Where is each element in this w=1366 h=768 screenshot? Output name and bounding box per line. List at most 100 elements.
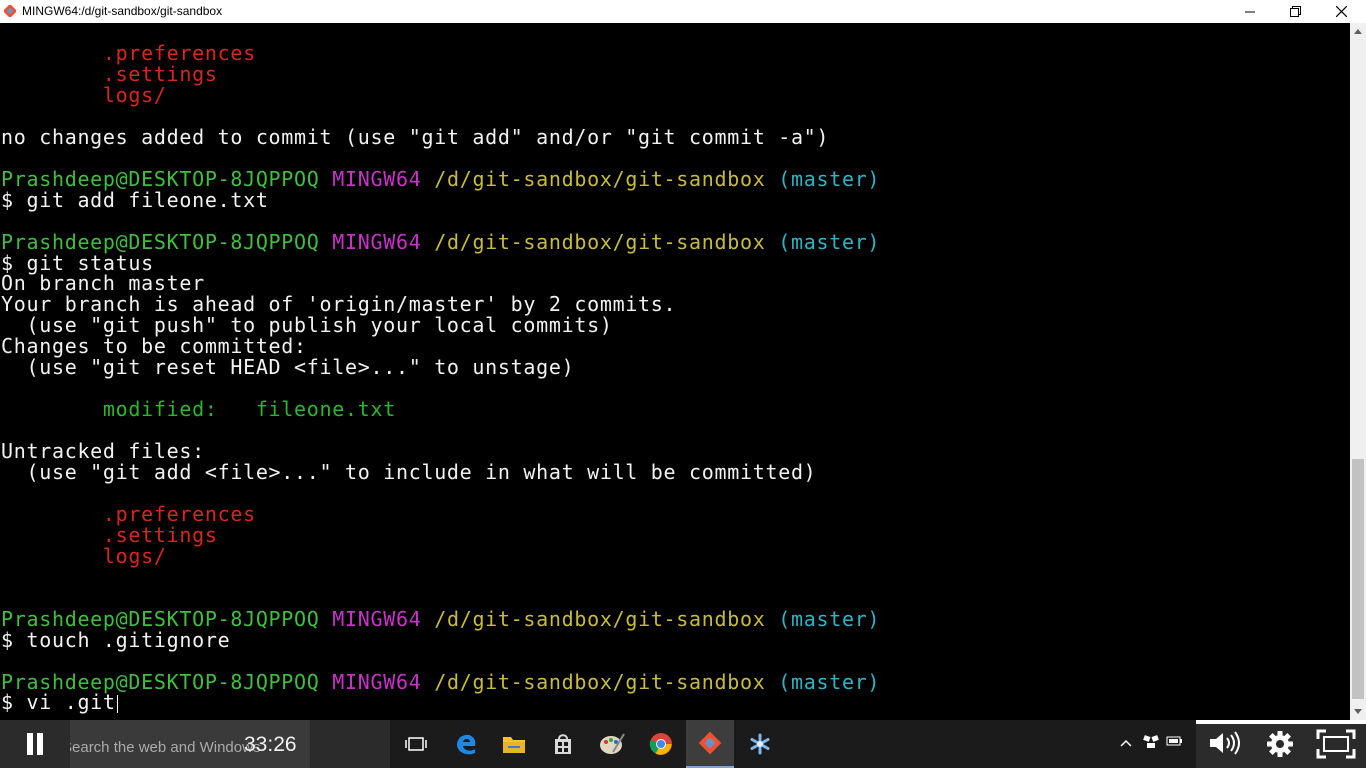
pause-icon (27, 733, 43, 755)
tray-power[interactable] (1166, 734, 1184, 751)
terminal-text: logs/ (1, 83, 167, 107)
terminal-line: modified: fileone.txt (1, 399, 396, 420)
terminal-text: (master) (778, 230, 881, 254)
terminal-text: /d/git-sandbox/git-sandbox (434, 167, 766, 191)
chevron-down-icon (1354, 709, 1362, 714)
terminal-text: modified: fileone.txt (1, 397, 396, 421)
terminal-text: $ git add fileone.txt (1, 188, 269, 212)
window-title-bar[interactable]: MINGW64:/d/git-sandbox/git-sandbox (0, 0, 1366, 23)
scrollbar-thumb[interactable] (1352, 459, 1364, 699)
dropbox-icon (1143, 735, 1159, 748)
terminal-line: .preferences (1, 43, 256, 64)
scroll-down-button[interactable] (1350, 703, 1366, 720)
terminal-line: Your branch is ahead of 'origin/master' … (1, 294, 676, 315)
terminal-line: logs/ (1, 546, 167, 567)
terminal-line: Prashdeep@DESKTOP-8JQPPOQ MINGW64 /d/git… (1, 609, 880, 630)
close-button[interactable] (1318, 0, 1364, 23)
terminal-text: logs/ (1, 544, 167, 568)
battery-plug-icon (1166, 736, 1182, 746)
terminal-text: (use "git reset HEAD <file>..." to unsta… (1, 355, 575, 379)
snowflake-app-icon (750, 733, 770, 755)
scroll-up-button[interactable] (1350, 23, 1366, 40)
gear-icon (1267, 731, 1293, 757)
fullscreen-button[interactable] (1316, 729, 1356, 762)
chrome-taskbar-button[interactable] (637, 720, 685, 768)
paint-icon (600, 733, 625, 754)
close-icon (1335, 6, 1347, 17)
terminal-text: (master) (778, 607, 881, 631)
chevron-up-icon (1354, 29, 1362, 34)
terminal-text: MINGW64 (332, 167, 422, 191)
recording-timer: 33:26 (244, 733, 297, 756)
terminal-line: On branch master (1, 273, 205, 294)
edge-icon (457, 734, 476, 755)
terminal-line: (use "git reset HEAD <file>..." to unsta… (1, 357, 574, 378)
taskbar: Search the web and Windows 33:26 (0, 720, 1366, 768)
terminal-line: $ git add fileone.txt (1, 190, 269, 211)
terminal-line: (use "git push" to publish your local co… (1, 315, 613, 336)
git-bash-icon (698, 731, 722, 755)
terminal-line: $ vi .git (1, 692, 118, 713)
terminal-text: MINGW64 (332, 670, 422, 694)
terminal-line: .preferences (1, 504, 256, 525)
edge-taskbar-button[interactable] (442, 720, 490, 768)
settings-button[interactable] (1266, 730, 1294, 761)
tray-dropbox[interactable] (1143, 734, 1159, 753)
store-taskbar-button[interactable] (539, 720, 587, 768)
task-view-button[interactable] (392, 720, 440, 768)
restore-icon (1289, 6, 1301, 17)
terminal-text: (use "git add <file>..." to include in w… (1, 460, 817, 484)
terminal-line: no changes added to commit (use "git add… (1, 127, 829, 148)
terminal-text: $ vi .git (1, 690, 116, 714)
window-title: MINGW64:/d/git-sandbox/git-sandbox (22, 4, 223, 18)
file-explorer-icon (503, 737, 525, 753)
vertical-scrollbar[interactable] (1350, 23, 1366, 720)
terminal-text: MINGW64 (332, 607, 422, 631)
terminal-text: /d/git-sandbox/git-sandbox (434, 230, 766, 254)
minimize-button[interactable] (1227, 0, 1273, 23)
timer-background (310, 720, 390, 768)
terminal-line: Changes to be committed: (1, 336, 307, 357)
show-hidden-icons-button[interactable] (1120, 734, 1132, 750)
text-cursor (116, 694, 118, 713)
terminal-line: .settings (1, 525, 218, 546)
terminal-line: Untracked files: (1, 441, 205, 462)
recording-pause-button[interactable] (0, 720, 70, 768)
volume-button[interactable] (1208, 730, 1242, 759)
volume-icon (1210, 731, 1240, 755)
search-placeholder: Search the web and Windows (62, 739, 261, 756)
panel-top-edge (1196, 720, 1366, 724)
git-bash-taskbar-button[interactable] (686, 720, 734, 768)
file-explorer-taskbar-button[interactable] (490, 720, 538, 768)
store-icon (555, 734, 571, 754)
chrome-icon (649, 733, 672, 755)
terminal-text: MINGW64 (332, 230, 422, 254)
terminal-text: /d/git-sandbox/git-sandbox (434, 670, 766, 694)
terminal-text: /d/git-sandbox/git-sandbox (434, 607, 766, 631)
terminal-line: .settings (1, 64, 218, 85)
terminal-text: $ touch .gitignore (1, 628, 231, 652)
terminal-output[interactable]: .preferences .settings logs/no changes a… (0, 23, 1350, 720)
fullscreen-icon (1316, 729, 1356, 759)
snowflake-app-taskbar-button[interactable] (736, 720, 784, 768)
terminal-line: Prashdeep@DESKTOP-8JQPPOQ MINGW64 /d/git… (1, 169, 880, 190)
git-bash-app-icon (4, 5, 16, 17)
chevron-up-icon (1120, 739, 1132, 747)
terminal-text: no changes added to commit (use "git add… (1, 125, 830, 149)
restore-button[interactable] (1272, 0, 1318, 23)
terminal-line: (use "git add <file>..." to include in w… (1, 462, 816, 483)
paint-taskbar-button[interactable] (588, 720, 636, 768)
terminal-line: $ touch .gitignore (1, 630, 230, 651)
minimize-icon (1245, 11, 1255, 12)
